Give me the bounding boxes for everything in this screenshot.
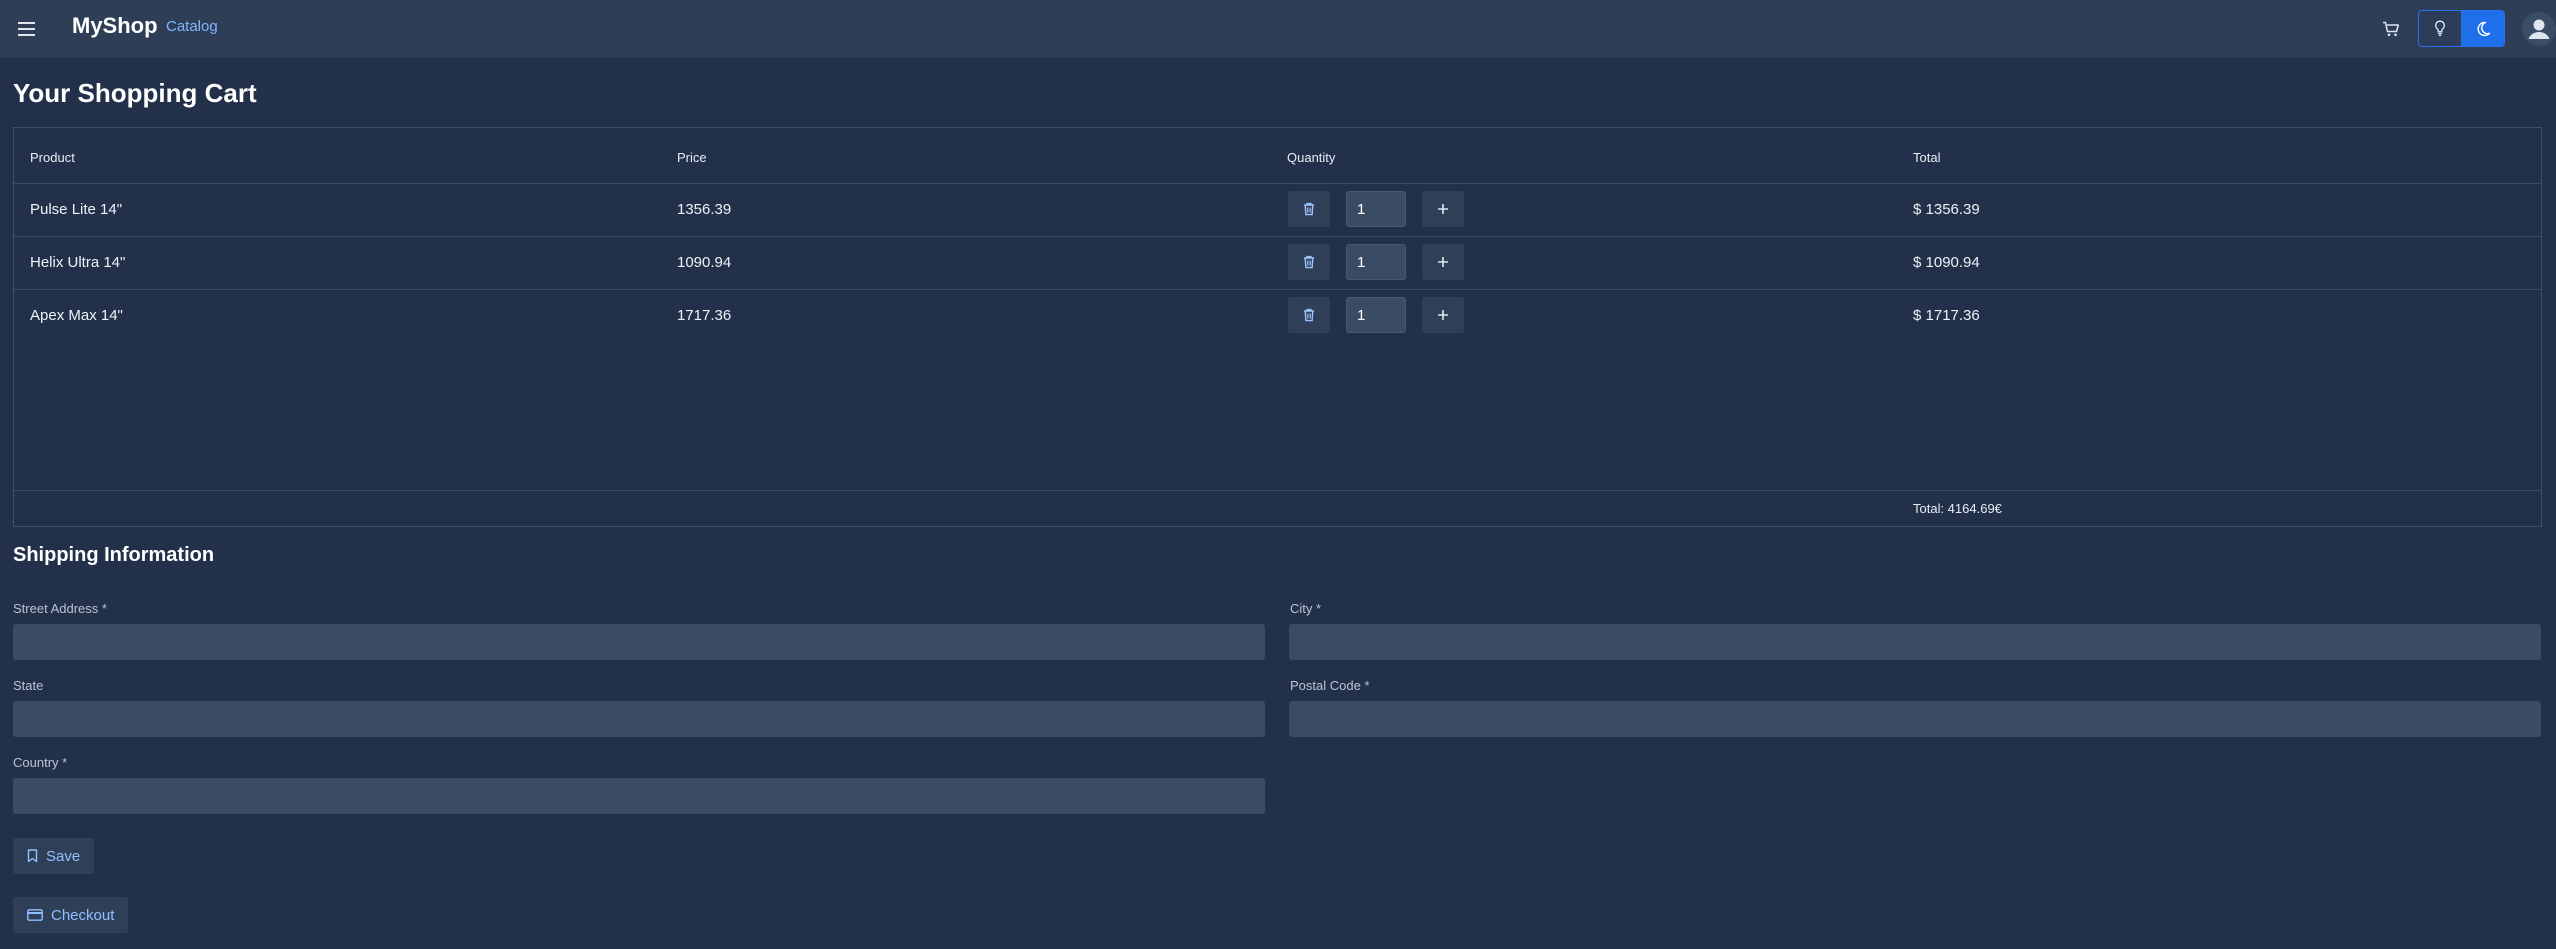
row-product: Helix Ultra 14" bbox=[30, 254, 126, 271]
remove-item-button[interactable] bbox=[1288, 244, 1330, 280]
bookmark-icon bbox=[27, 849, 38, 863]
top-navbar: MyShop Catalog bbox=[0, 0, 2556, 58]
country-input[interactable] bbox=[13, 778, 1265, 814]
brand-logo[interactable]: MyShop bbox=[72, 13, 158, 39]
row-price: 1090.94 bbox=[677, 254, 732, 271]
increase-quantity-button[interactable] bbox=[1422, 297, 1464, 333]
postal-code-label: Postal Code * bbox=[1290, 678, 1370, 693]
required-marker: * bbox=[1364, 678, 1370, 693]
postal-code-label-text: Postal Code bbox=[1290, 678, 1361, 693]
cart-button[interactable] bbox=[2378, 16, 2404, 42]
row-price: 1356.39 bbox=[677, 201, 732, 218]
divider bbox=[14, 183, 2541, 184]
divider bbox=[14, 490, 2541, 491]
cart-grand-total: Total: 4164.69€ bbox=[1913, 501, 2002, 516]
lightbulb-icon bbox=[2434, 20, 2445, 37]
credit-card-icon bbox=[27, 909, 43, 921]
quantity-input[interactable]: 1 bbox=[1346, 191, 1406, 227]
increase-quantity-button[interactable] bbox=[1422, 191, 1464, 227]
column-header-total: Total bbox=[1913, 150, 1941, 165]
country-label: Country * bbox=[13, 755, 67, 770]
postal-code-input[interactable] bbox=[1289, 701, 2541, 737]
increase-quantity-button[interactable] bbox=[1422, 244, 1464, 280]
row-product: Apex Max 14" bbox=[30, 307, 123, 324]
row-product: Pulse Lite 14" bbox=[30, 201, 123, 218]
street-address-label: Street Address * bbox=[13, 601, 107, 616]
plus-icon bbox=[1438, 204, 1448, 214]
row-total: $ 1090.94 bbox=[1913, 254, 1980, 271]
user-avatar-icon bbox=[2522, 12, 2556, 46]
city-label-text: City bbox=[1290, 601, 1313, 616]
user-avatar-button[interactable] bbox=[2522, 12, 2556, 46]
cart-table: Product Price Quantity Total Pulse Lite … bbox=[13, 127, 2542, 527]
state-label: State bbox=[13, 678, 43, 693]
plus-icon bbox=[1438, 310, 1448, 320]
divider bbox=[14, 289, 2541, 290]
moon-icon bbox=[2477, 21, 2490, 36]
city-label: City * bbox=[1290, 601, 1321, 616]
plus-icon bbox=[1438, 257, 1448, 267]
street-address-label-text: Street Address bbox=[13, 601, 99, 616]
cart-icon bbox=[2383, 21, 2400, 37]
quantity-input[interactable]: 1 bbox=[1346, 297, 1406, 333]
nav-link-catalog[interactable]: Catalog bbox=[166, 18, 218, 35]
menu-icon[interactable] bbox=[16, 17, 38, 41]
divider bbox=[14, 236, 2541, 237]
shipping-section-title: Shipping Information bbox=[13, 544, 215, 566]
row-total: $ 1356.39 bbox=[1913, 201, 1980, 218]
dark-theme-button[interactable] bbox=[2461, 11, 2504, 46]
trash-icon bbox=[1304, 202, 1314, 216]
page-title: Your Shopping Cart bbox=[13, 78, 257, 108]
column-header-quantity: Quantity bbox=[1287, 150, 1336, 165]
checkout-button-label: Checkout bbox=[51, 906, 115, 924]
row-total: $ 1717.36 bbox=[1913, 307, 1980, 324]
theme-toggle-group bbox=[2418, 10, 2505, 47]
required-marker: * bbox=[62, 755, 68, 770]
street-address-input[interactable] bbox=[13, 624, 1265, 660]
column-header-price: Price bbox=[677, 150, 707, 165]
trash-icon bbox=[1304, 255, 1314, 269]
row-price: 1717.36 bbox=[677, 307, 732, 324]
state-input[interactable] bbox=[13, 701, 1265, 737]
required-marker: * bbox=[101, 601, 107, 616]
city-input[interactable] bbox=[1289, 624, 2541, 660]
save-button[interactable]: Save bbox=[13, 838, 95, 874]
save-button-label: Save bbox=[46, 847, 81, 865]
quantity-input[interactable]: 1 bbox=[1346, 244, 1406, 280]
state-label-text: State bbox=[13, 678, 44, 693]
remove-item-button[interactable] bbox=[1288, 297, 1330, 333]
remove-item-button[interactable] bbox=[1288, 191, 1330, 227]
required-marker: * bbox=[1316, 601, 1322, 616]
checkout-button[interactable]: Checkout bbox=[13, 897, 129, 933]
trash-icon bbox=[1304, 308, 1314, 322]
light-theme-button[interactable] bbox=[2419, 11, 2462, 46]
country-label-text: Country bbox=[13, 755, 59, 770]
column-header-product: Product bbox=[30, 150, 75, 165]
